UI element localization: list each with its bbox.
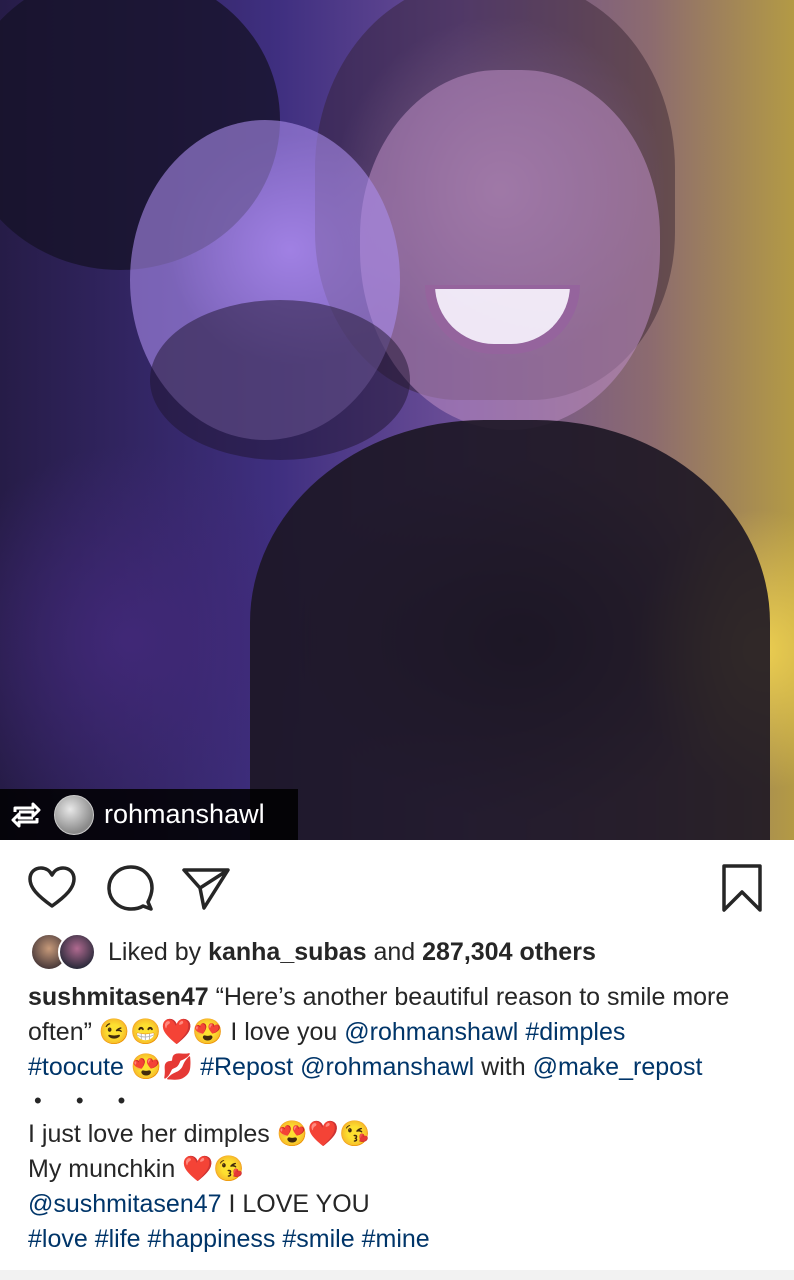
caption-text: often” 😉😁❤️😍 I love you — [28, 1018, 345, 1046]
caption-emoji: 😍💋 — [123, 1053, 201, 1081]
hashtag-smile[interactable]: #smile — [282, 1225, 354, 1253]
mention-make-repost[interactable]: @make_repost — [533, 1053, 703, 1081]
caption-author[interactable]: sushmitasen47 — [28, 983, 209, 1011]
caption-line-1: sushmitasen47 “Here’s another beautiful … — [28, 980, 778, 1015]
caption-hashtags: #love #life #happiness #smile #mine — [28, 1222, 778, 1257]
repost-avatar — [54, 794, 94, 835]
hashtag-mine[interactable]: #mine — [362, 1225, 430, 1253]
caption-line-6: My munchkin ❤️😘 — [28, 1155, 245, 1183]
mention-sushmitasen47[interactable]: @sushmitasen47 — [28, 1190, 222, 1218]
caption-text: “Here’s another beautiful reason to smil… — [208, 983, 730, 1011]
likes-prefix: Liked by — [108, 937, 202, 966]
hashtag-repost[interactable]: #Repost — [200, 1053, 293, 1081]
caption-text: I LOVE YOU — [221, 1190, 370, 1218]
comment-icon[interactable] — [104, 862, 156, 914]
caption: sushmitasen47 “Here’s another beautiful … — [28, 980, 778, 1257]
caption-line-2: often” 😉😁❤️😍 I love you @rohmanshawl #di… — [28, 1015, 778, 1050]
avatar — [58, 933, 96, 971]
action-bar — [0, 840, 794, 930]
likes-row[interactable]: Liked by kanha_subas and 287,304 others — [30, 932, 596, 972]
caption-line-3: #toocute 😍💋 #Repost @rohmanshawl with @m… — [28, 1050, 778, 1085]
caption-dots: • • • — [34, 1088, 140, 1113]
heart-icon[interactable] — [26, 862, 78, 914]
paper-plane-icon[interactable] — [180, 862, 232, 914]
likes-middle: and — [373, 937, 416, 966]
hashtag-life[interactable]: #life — [95, 1225, 141, 1253]
repost-badge[interactable]: rohmanshawl — [0, 789, 298, 840]
photo-shirt — [250, 420, 770, 840]
hashtag-toocute[interactable]: #toocute — [28, 1053, 124, 1081]
hashtag-love[interactable]: #love — [28, 1225, 88, 1253]
photo-beard — [150, 300, 410, 460]
bookmark-icon[interactable] — [716, 862, 768, 914]
liker-avatars — [30, 933, 96, 971]
liker-username[interactable]: kanha_subas — [208, 938, 366, 967]
post-photo[interactable]: rohmanshawl — [0, 0, 794, 840]
mention-rohmanshawl[interactable]: @rohmanshawl — [300, 1053, 474, 1081]
hashtag-dimples[interactable]: #dimples — [525, 1018, 625, 1046]
caption-text: with — [474, 1053, 533, 1081]
likes-count[interactable]: 287,304 others — [422, 938, 596, 967]
repost-icon — [10, 799, 42, 831]
caption-line-5: I just love her dimples 😍❤️😘 — [28, 1120, 371, 1148]
mention-rohmanshawl[interactable]: @rohmanshawl — [344, 1018, 518, 1046]
caption-line-7: @sushmitasen47 I LOVE YOU — [28, 1187, 778, 1222]
divider — [0, 1270, 794, 1280]
repost-username[interactable]: rohmanshawl — [104, 799, 265, 830]
hashtag-happiness[interactable]: #happiness — [148, 1225, 276, 1253]
